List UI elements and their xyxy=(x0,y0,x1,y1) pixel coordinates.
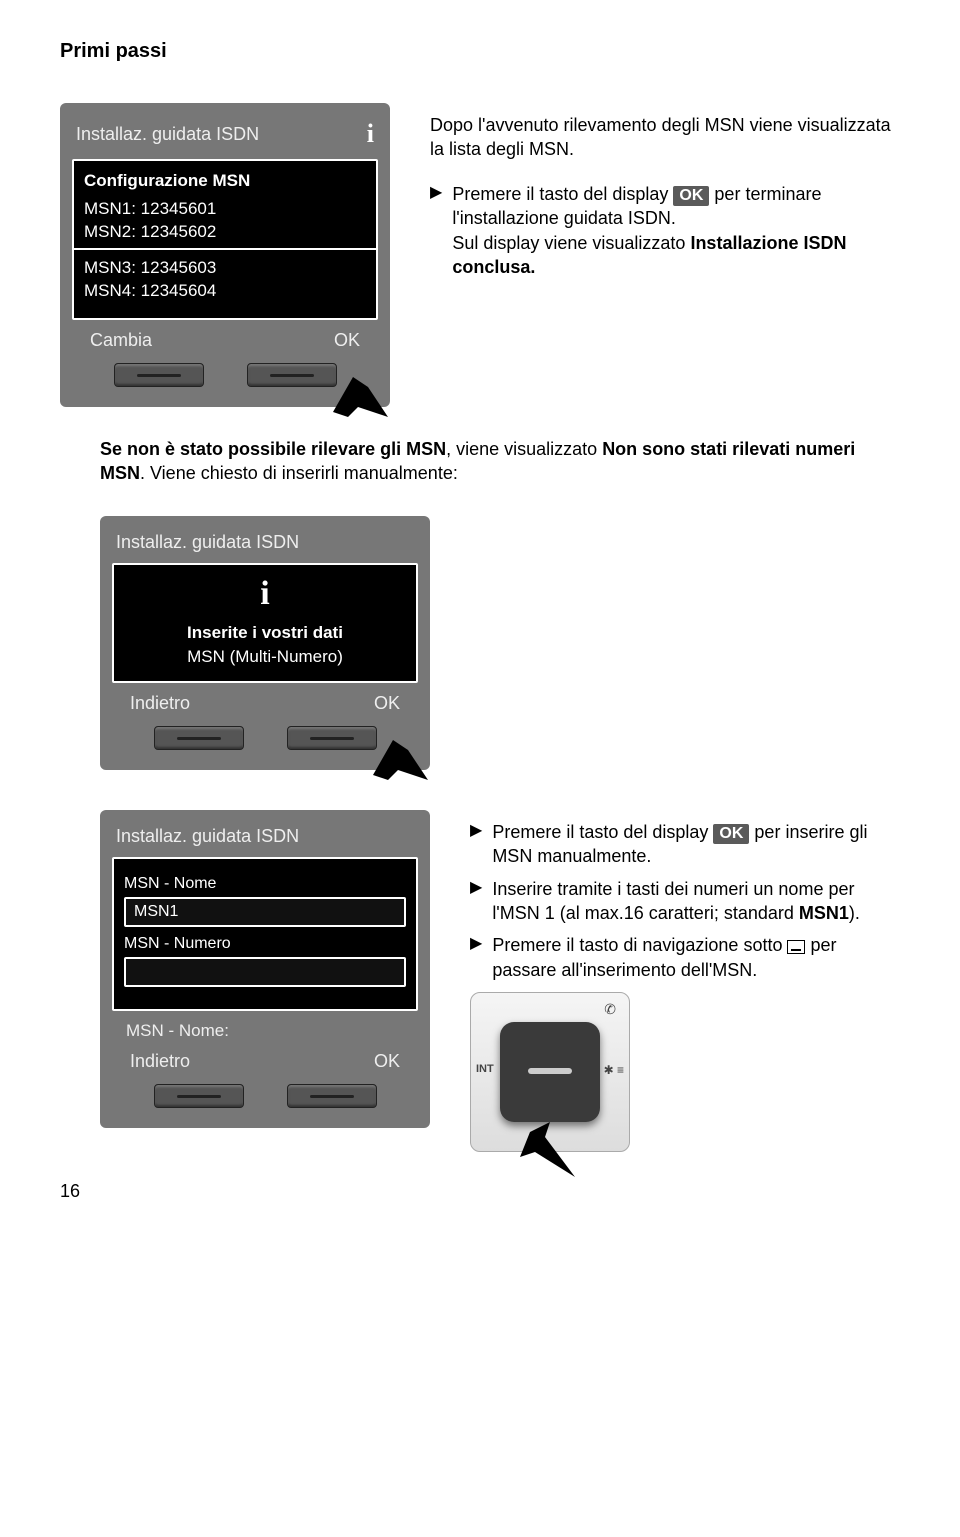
softkey-indietro[interactable]: Indietro xyxy=(130,693,190,714)
b3-c: ). xyxy=(849,903,860,923)
bullet-marker-icon: ▶ xyxy=(470,933,482,955)
b4-a: Premere il tasto di navigazione sotto xyxy=(492,935,787,955)
softkey-ok[interactable]: OK xyxy=(374,693,400,714)
bullet-press-ok-finish: ▶ Premere il tasto del display OK per te… xyxy=(430,182,900,280)
softkey-cambia[interactable]: Cambia xyxy=(90,330,152,351)
phone-screen-msn-name: Installaz. guidata ISDN MSN - Nome MSN1 … xyxy=(100,810,430,1128)
screen2-title: Installaz. guidata ISDN xyxy=(116,532,299,553)
msn-line-1: MSN1: 12345601 xyxy=(84,199,366,219)
bullet-marker-icon: ▶ xyxy=(430,182,442,204)
bullet-marker-icon: ▶ xyxy=(470,820,482,842)
navigation-pad: INT ✱ ≡ ✆ xyxy=(470,992,630,1152)
right-col-3: ▶ Premere il tasto del display OK per in… xyxy=(470,810,900,1152)
bullet-marker-icon: ▶ xyxy=(470,877,482,899)
softkey-ok[interactable]: OK xyxy=(334,330,360,351)
b3-b: MSN1 xyxy=(799,903,849,923)
hardkey-right[interactable] xyxy=(287,726,377,750)
bullet-press-ok-manual: ▶ Premere il tasto del display OK per in… xyxy=(470,820,900,869)
hardkey-right[interactable] xyxy=(287,1084,377,1108)
hardkey-left[interactable] xyxy=(154,1084,244,1108)
msn-line-2: MSN2: 12345602 xyxy=(84,222,366,242)
para-after-detection: Dopo l'avvenuto rilevamento degli MSN vi… xyxy=(430,113,900,162)
softkey-ok[interactable]: OK xyxy=(374,1051,400,1072)
bullet-enter-name: ▶ Inserire tramite i tasti dei numeri un… xyxy=(470,877,900,926)
b2-pre: Premere il tasto del display xyxy=(492,822,713,842)
label-msn-nome: MSN - Nome xyxy=(124,875,406,893)
nav-center-button[interactable] xyxy=(500,1022,600,1122)
page-number: 16 xyxy=(60,1181,80,1202)
row-2: Installaz. guidata ISDN i Inserite i vos… xyxy=(100,516,900,770)
hardkey-left[interactable] xyxy=(114,363,204,387)
label-msn-numero: MSN - Numero xyxy=(124,935,406,953)
msn-line-3: MSN3: 12345603 xyxy=(84,258,366,278)
bullet-press-nav-down: ▶ Premere il tasto di navigazione sotto … xyxy=(470,933,900,982)
note1-b: , viene visualizzato xyxy=(446,439,602,459)
msn-line-4: MSN4: 12345604 xyxy=(84,281,366,301)
field-prompt: MSN - Nome: xyxy=(112,1011,418,1041)
pointer-arrow-icon xyxy=(368,720,428,780)
screen1-heading: Configurazione MSN xyxy=(84,171,366,191)
page-header: Primi passi xyxy=(60,40,900,63)
hardkey-left[interactable] xyxy=(154,726,244,750)
nav-int-label: INT xyxy=(476,1062,494,1077)
note1-d: . Viene chiesto di inserirli manualmente… xyxy=(140,463,458,483)
hardkey-right[interactable] xyxy=(247,363,337,387)
b1-line2a: Sul display viene visualizzato xyxy=(452,233,690,253)
input-msn-numero[interactable] xyxy=(124,957,406,987)
row-1: Installaz. guidata ISDN i Configurazione… xyxy=(60,103,900,407)
b1-pre: Premere il tasto del display xyxy=(452,184,673,204)
screen3-title: Installaz. guidata ISDN xyxy=(116,826,299,847)
note-manual-entry: Se non è stato possibile rilevare gli MS… xyxy=(100,437,900,486)
input-msn-nome[interactable]: MSN1 xyxy=(124,897,406,927)
ok-badge: OK xyxy=(673,186,709,207)
phone-screen-msn-list: Installaz. guidata ISDN i Configurazione… xyxy=(60,103,390,407)
phone-screen-enter-data: Installaz. guidata ISDN i Inserite i vos… xyxy=(100,516,430,770)
nav-down-icon xyxy=(787,940,805,954)
pointer-arrow-icon xyxy=(520,1122,580,1182)
screen2-sub: MSN (Multi-Numero) xyxy=(124,647,406,667)
handset-icon: ✆ xyxy=(604,1000,616,1019)
info-icon: i xyxy=(124,575,406,613)
softkey-indietro[interactable]: Indietro xyxy=(130,1051,190,1072)
ok-badge: OK xyxy=(713,824,749,845)
right-col-1: Dopo l'avvenuto rilevamento degli MSN vi… xyxy=(430,103,900,287)
screen2-msg: Inserite i vostri dati xyxy=(124,623,406,643)
row-3: Installaz. guidata ISDN MSN - Nome MSN1 … xyxy=(100,810,900,1152)
pointer-arrow-icon xyxy=(328,357,388,417)
nav-menu-icon: ✱ ≡ xyxy=(604,1062,624,1078)
screen1-title: Installaz. guidata ISDN xyxy=(76,124,259,145)
note1-a: Se non è stato possibile rilevare gli MS… xyxy=(100,439,446,459)
info-icon: i xyxy=(367,119,374,149)
